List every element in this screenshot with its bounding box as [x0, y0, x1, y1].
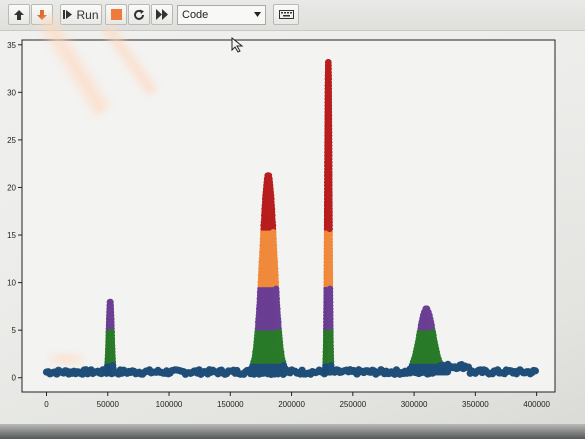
scatter-point — [272, 272, 279, 279]
cell-type-value: Code — [182, 9, 209, 21]
scatter-point — [111, 368, 118, 376]
x-tick-label: 150000 — [217, 400, 244, 409]
scatter-point — [272, 278, 280, 286]
plot-area — [21, 39, 556, 393]
scatter-point — [269, 222, 277, 229]
restart-icon — [134, 9, 144, 20]
x-tick-label: 300000 — [401, 400, 428, 409]
y-tick-label: 15 — [7, 231, 16, 240]
scatter-point — [269, 212, 276, 219]
interrupt-kernel-button[interactable] — [105, 4, 127, 25]
scatter-point — [273, 295, 280, 302]
notebook-toolbar: Run Code — [0, 0, 585, 31]
x-tick-label: 100000 — [156, 400, 183, 409]
scatter-point — [271, 258, 279, 266]
command-palette-button[interactable] — [273, 4, 299, 25]
x-tick-label: 50000 — [97, 400, 120, 409]
scatter-point — [270, 242, 278, 249]
scatter-point — [268, 195, 275, 203]
scatter-point — [531, 367, 539, 375]
scatter-point — [268, 205, 276, 213]
x-tick-label: 400000 — [523, 400, 550, 409]
notebook-screen: Run Code 0 50000 100000 150000 200000 25… — [0, 0, 585, 439]
scatter-point — [273, 288, 280, 296]
keyboard-icon — [278, 10, 294, 19]
move-cell-up-button[interactable] — [8, 4, 30, 25]
arrow-down-icon — [37, 9, 47, 20]
scatter-point — [270, 235, 277, 243]
y-tick-label: 35 — [7, 41, 16, 50]
x-tick-label: 200000 — [278, 400, 305, 409]
scatter-point — [272, 265, 279, 272]
scatter-point — [274, 305, 281, 312]
run-button[interactable]: Run — [60, 4, 102, 25]
y-tick-label: 20 — [7, 183, 16, 192]
run-button-label: Run — [76, 7, 99, 22]
y-tick-label: 10 — [7, 279, 16, 288]
arrow-up-icon — [14, 9, 24, 20]
scatter-point — [270, 228, 277, 236]
run-step-icon — [63, 10, 73, 19]
scatter-point — [271, 248, 278, 256]
x-tick-label: 0 — [44, 400, 49, 409]
chevron-down-icon — [254, 12, 261, 17]
x-tick-label: 250000 — [339, 400, 366, 409]
stop-icon — [110, 9, 122, 20]
plot-output: 0 50000 100000 150000 200000 250000 300000 3500… — [0, 32, 585, 422]
restart-run-all-button[interactable] — [151, 4, 173, 25]
move-cell-down-button[interactable] — [31, 4, 53, 25]
scatter-chart: 0 50000 100000 150000 200000 250000 300000 3500… — [7, 39, 556, 409]
scatter-point — [283, 368, 291, 376]
scatter-point — [275, 318, 282, 326]
y-tick-label: 5 — [12, 326, 17, 335]
y-tick-label: 30 — [7, 88, 16, 97]
y-tick-label: 25 — [7, 136, 16, 145]
cell-type-select[interactable]: Code — [177, 5, 266, 25]
x-tick-label: 350000 — [462, 400, 489, 409]
fast-forward-icon — [155, 9, 168, 20]
y-tick-label: 0 — [12, 374, 17, 383]
restart-kernel-button[interactable] — [128, 4, 150, 25]
